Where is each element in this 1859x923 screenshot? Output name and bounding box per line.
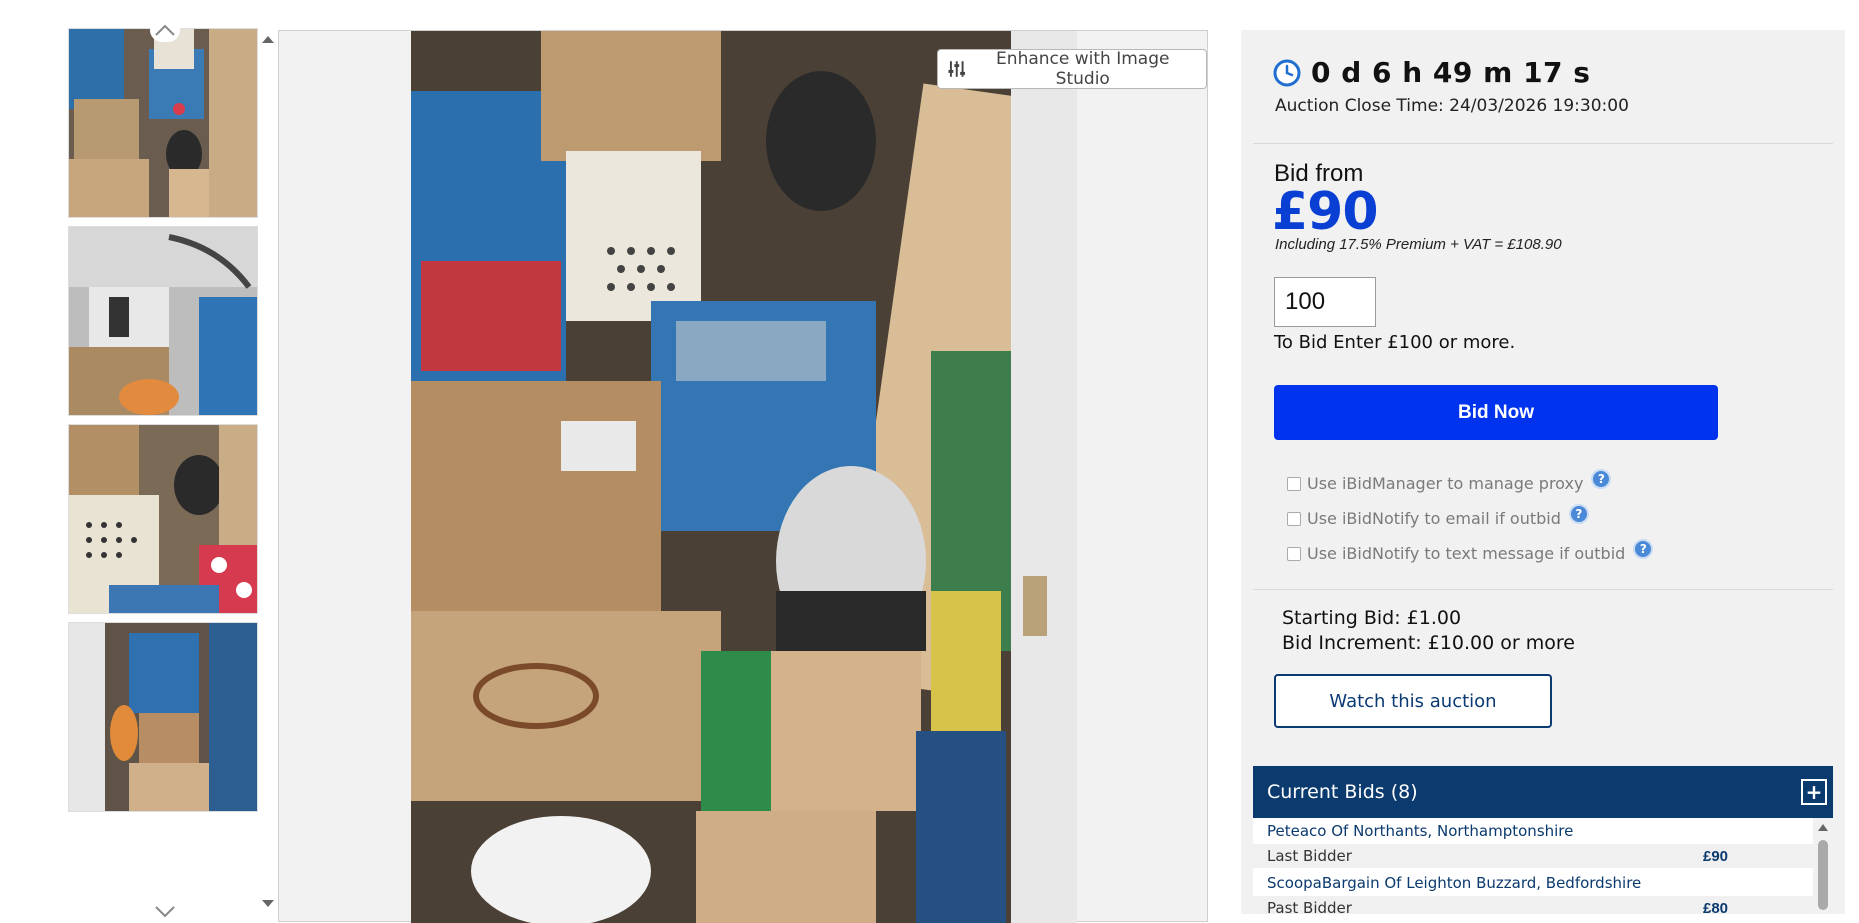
bid-amount-input[interactable] — [1274, 277, 1376, 327]
main-image-viewer: Enhance with Image Studio — [278, 30, 1208, 923]
option-label: Use iBidNotify to text message if outbid — [1307, 544, 1626, 563]
watch-auction-button[interactable]: Watch this auction — [1274, 674, 1552, 728]
thumbnail-prev-button[interactable] — [150, 18, 180, 42]
bid-now-button[interactable]: Bid Now — [1274, 385, 1718, 440]
bid-entry: ScoopaBargain Of Leighton Buzzard, Bedfo… — [1253, 870, 1813, 914]
bid-entry-detail: Last Bidder £90 — [1253, 844, 1813, 868]
divider — [1253, 589, 1833, 590]
scroll-down-arrow[interactable] — [262, 900, 274, 907]
option-ibidnotify-text[interactable]: Use iBidNotify to text message if outbid… — [1287, 538, 1654, 563]
scroll-up-arrow[interactable] — [1818, 824, 1828, 831]
thumbnail-3[interactable] — [68, 424, 258, 614]
bid-amount: £80 — [1703, 900, 1729, 914]
bid-from-price: £90 — [1272, 182, 1379, 242]
auction-close-time: Auction Close Time: 24/03/2026 19:30:00 — [1275, 96, 1629, 116]
thumbnail-1[interactable] — [68, 28, 258, 218]
help-icon[interactable]: ? — [1633, 538, 1654, 559]
help-icon[interactable]: ? — [1568, 503, 1589, 524]
bidder-name: Peteaco Of Northants, Northamptonshire — [1267, 822, 1574, 840]
chevron-down-icon — [155, 906, 175, 918]
bid-hint: To Bid Enter £100 or more. — [1274, 332, 1516, 353]
countdown-row: 0 d 6 h 49 m 17 s — [1273, 56, 1590, 89]
plus-icon[interactable]: + — [1801, 779, 1827, 805]
thumbnail-scrollbar[interactable] — [260, 28, 274, 914]
divider — [1253, 143, 1833, 144]
help-icon[interactable]: ? — [1591, 468, 1612, 489]
option-checkbox[interactable] — [1287, 511, 1301, 526]
starting-bid: Starting Bid: £1.00 — [1282, 607, 1462, 629]
bidder-name: ScoopaBargain Of Leighton Buzzard, Bedfo… — [1267, 874, 1642, 892]
bidder-role: Last Bidder — [1267, 847, 1352, 865]
sliders-icon — [948, 61, 966, 77]
option-ibidnotify-email[interactable]: Use iBidNotify to email if outbid ? — [1287, 503, 1589, 528]
enhance-label: Enhance with Image Studio — [996, 49, 1170, 89]
bid-entry: Peteaco Of Northants, Northamptonshire L… — [1253, 818, 1813, 870]
current-bids-title: Current Bids (8) — [1267, 781, 1418, 803]
option-checkbox[interactable] — [1287, 476, 1301, 491]
thumbnail-2[interactable] — [68, 226, 258, 416]
thumbnail-strip — [68, 18, 260, 918]
premium-note: Including 17.5% Premium + VAT = £108.90 — [1275, 236, 1562, 253]
bid-entry-detail: Past Bidder £80 — [1253, 896, 1813, 914]
chevron-up-icon — [155, 24, 175, 36]
option-checkbox[interactable] — [1287, 546, 1301, 561]
clock-icon — [1273, 59, 1301, 86]
thumbnail-4[interactable] — [68, 622, 258, 812]
bidding-panel: 0 d 6 h 49 m 17 s Auction Close Time: 24… — [1241, 30, 1845, 914]
bidder-role: Past Bidder — [1267, 899, 1352, 914]
bid-amount: £90 — [1703, 848, 1729, 865]
option-label: Use iBidNotify to email if outbid — [1307, 509, 1561, 528]
option-label: Use iBidManager to manage proxy — [1307, 474, 1584, 493]
bids-scrollbar[interactable] — [1815, 818, 1831, 914]
main-photo[interactable] — [411, 31, 1077, 923]
current-bids-list: Peteaco Of Northants, Northamptonshire L… — [1253, 818, 1813, 914]
bid-increment: Bid Increment: £10.00 or more — [1282, 632, 1575, 654]
enhance-image-studio-button[interactable]: Enhance with Image Studio — [937, 49, 1207, 89]
thumbnail-next-button[interactable] — [150, 902, 180, 922]
current-bids-header[interactable]: Current Bids (8) + — [1253, 766, 1833, 818]
countdown-timer: 0 d 6 h 49 m 17 s — [1311, 56, 1591, 89]
scroll-up-arrow[interactable] — [262, 36, 274, 43]
scroll-thumb[interactable] — [1818, 840, 1828, 910]
option-ibidmanager[interactable]: Use iBidManager to manage proxy ? — [1287, 468, 1612, 493]
